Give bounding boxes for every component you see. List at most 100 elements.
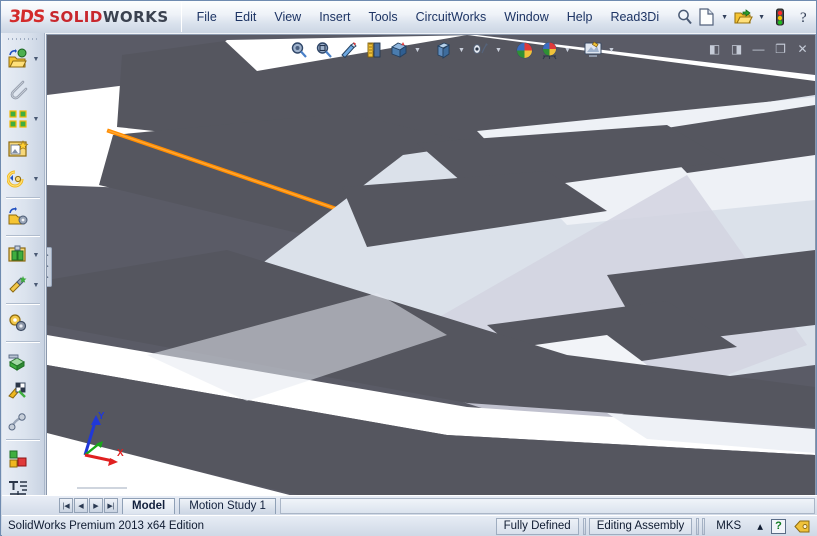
tab-navigation: |◀ ◀ ▶ ▶| <box>59 498 118 513</box>
rebuild-button[interactable] <box>768 5 792 29</box>
feature-manager-splitter-handle[interactable]: ▶ ▶ ▶ <box>47 247 52 287</box>
status-divider-2 <box>696 517 700 535</box>
open-document-button[interactable] <box>731 5 755 29</box>
svg-text:?: ? <box>800 10 807 26</box>
belt-chain-icon[interactable] <box>5 409 30 434</box>
view-orientation-icon[interactable] <box>362 38 386 62</box>
new-document-button[interactable] <box>694 5 718 29</box>
brand-solid-text: SOLID <box>49 8 103 26</box>
dassault-3ds-logo-icon: 3DS <box>7 7 46 27</box>
menu-file[interactable]: File <box>188 6 226 28</box>
doc-close-button[interactable]: ✕ <box>793 40 812 58</box>
new-document-caret-icon[interactable]: ▼ <box>719 6 730 28</box>
toolbar-item-belt-chain[interactable] <box>2 406 44 436</box>
brand-wordmark: SOLIDWORKS <box>49 8 168 26</box>
mate-paperclip-icon[interactable] <box>5 77 30 102</box>
model-geometry <box>47 35 815 502</box>
display-style-cube-icon[interactable] <box>431 38 455 62</box>
units-caret-icon[interactable]: ▴ <box>749 519 771 533</box>
toolbar-item-smart-fasteners[interactable] <box>2 134 44 164</box>
tabs-empty-area <box>279 497 815 514</box>
display-style-cube-caret-icon[interactable]: ▼ <box>456 39 467 61</box>
apply-scene-icon[interactable] <box>537 38 561 62</box>
interference-detection-icon[interactable] <box>5 379 30 404</box>
restore-right-panel-button[interactable]: ◨ <box>727 40 746 58</box>
menu-read3di[interactable]: Read3Di <box>601 6 668 28</box>
splitter-arrow-icon: ▶ <box>47 263 49 270</box>
first-tab-button[interactable]: |◀ <box>59 498 73 513</box>
edit-component-caret-icon[interactable]: ▼ <box>30 47 42 71</box>
document-window-controls: ◧ ◨ — ❐ ✕ <box>705 38 812 60</box>
document-tabs-bar: |◀ ◀ ▶ ▶| Model Motion Study 1 <box>2 495 817 515</box>
edit-appearance-icon[interactable] <box>512 38 536 62</box>
help-button[interactable]: ? <box>793 5 817 29</box>
menu-help[interactable]: Help <box>558 6 602 28</box>
belt-chain-spacer <box>30 409 42 433</box>
hide-show-caret-icon[interactable]: ▼ <box>493 39 504 61</box>
hide-show-items-icon[interactable] <box>468 38 492 62</box>
open-document-caret-icon[interactable]: ▼ <box>756 6 767 28</box>
next-tab-button[interactable]: ▶ <box>89 498 103 513</box>
last-tab-button[interactable]: ▶| <box>104 498 118 513</box>
move-component-icon[interactable] <box>5 167 30 192</box>
doc-restore-button[interactable]: ❐ <box>771 40 790 58</box>
3d-viewport[interactable]: Y X <box>47 35 815 502</box>
edit-component-icon[interactable] <box>5 47 30 72</box>
toolbar-item-measure[interactable] <box>2 444 44 474</box>
toolbar-item-mate[interactable] <box>2 74 44 104</box>
zoom-to-fit-icon[interactable] <box>287 38 311 62</box>
display-style-caret-icon[interactable]: ▼ <box>412 39 423 61</box>
smart-fasteners-spacer <box>30 137 42 161</box>
display-style-box-icon[interactable] <box>387 38 411 62</box>
edit-mode-badge: Editing Assembly <box>588 517 693 535</box>
reference-geometry-caret-icon[interactable]: ▼ <box>30 243 42 267</box>
restore-left-panel-button[interactable]: ◧ <box>705 40 724 58</box>
toolbar-item-move-component[interactable]: ▼ <box>2 164 44 194</box>
tab-motion-study-1[interactable]: Motion Study 1 <box>179 497 276 514</box>
units-label[interactable]: MKS <box>708 520 749 532</box>
status-bar: SolidWorks Premium 2013 x64 Edition Full… <box>2 515 817 536</box>
toolbar-item-linear-component-pattern[interactable]: ▼ <box>2 104 44 134</box>
status-divider-1 <box>582 517 586 535</box>
status-divider-3 <box>702 517 706 535</box>
view-settings-caret-icon[interactable]: ▼ <box>606 39 617 61</box>
status-help-icon[interactable]: ? <box>771 518 786 534</box>
toolbar-item-interference-detection[interactable] <box>2 376 44 406</box>
linear-pattern-caret-icon[interactable]: ▼ <box>30 107 42 131</box>
tab-model[interactable]: Model <box>122 497 176 514</box>
reference-geometry-icon[interactable] <box>5 243 30 268</box>
toolbar-divider-2 <box>6 235 40 237</box>
apply-scene-caret-icon[interactable]: ▼ <box>562 39 573 61</box>
previous-tab-button[interactable]: ◀ <box>74 498 88 513</box>
menu-insert[interactable]: Insert <box>310 6 359 28</box>
menu-window[interactable]: Window <box>495 6 557 28</box>
menu-tools[interactable]: Tools <box>359 6 406 28</box>
toolbar-item-assembly-features[interactable] <box>2 202 44 232</box>
exploded-view-icon[interactable] <box>5 349 30 374</box>
bill-of-materials-icon[interactable] <box>5 311 30 336</box>
menu-view[interactable]: View <box>265 6 310 28</box>
view-settings-icon[interactable] <box>581 38 605 62</box>
new-motion-study-caret-icon[interactable]: ▼ <box>30 273 42 297</box>
mate-spacer <box>30 77 42 101</box>
search-icon[interactable] <box>676 6 694 28</box>
toolbar-item-bill-of-materials[interactable] <box>2 308 44 338</box>
measure-spacer <box>30 447 42 471</box>
section-view-icon[interactable] <box>337 38 361 62</box>
smart-fasteners-icon[interactable] <box>5 137 30 162</box>
toolbar-item-new-motion-study[interactable]: ▼ <box>2 270 44 300</box>
menu-edit[interactable]: Edit <box>226 6 266 28</box>
tag-icon[interactable] <box>792 518 812 535</box>
toolbar-item-edit-component[interactable]: ▼ <box>2 44 44 74</box>
menu-circuitworks[interactable]: CircuitWorks <box>407 6 496 28</box>
linear-component-pattern-icon[interactable] <box>5 107 30 132</box>
move-component-caret-icon[interactable]: ▼ <box>30 167 42 191</box>
measure-icon[interactable] <box>5 447 30 472</box>
doc-minimize-button[interactable]: — <box>749 40 768 58</box>
toolbar-item-exploded-view[interactable] <box>2 346 44 376</box>
toolbar-item-reference-geometry[interactable]: ▼ <box>2 240 44 270</box>
assembly-features-icon[interactable] <box>5 205 30 230</box>
zoom-to-area-icon[interactable] <box>312 38 336 62</box>
toolbar-grip-handle[interactable] <box>8 35 38 43</box>
new-motion-study-icon[interactable] <box>5 273 30 298</box>
